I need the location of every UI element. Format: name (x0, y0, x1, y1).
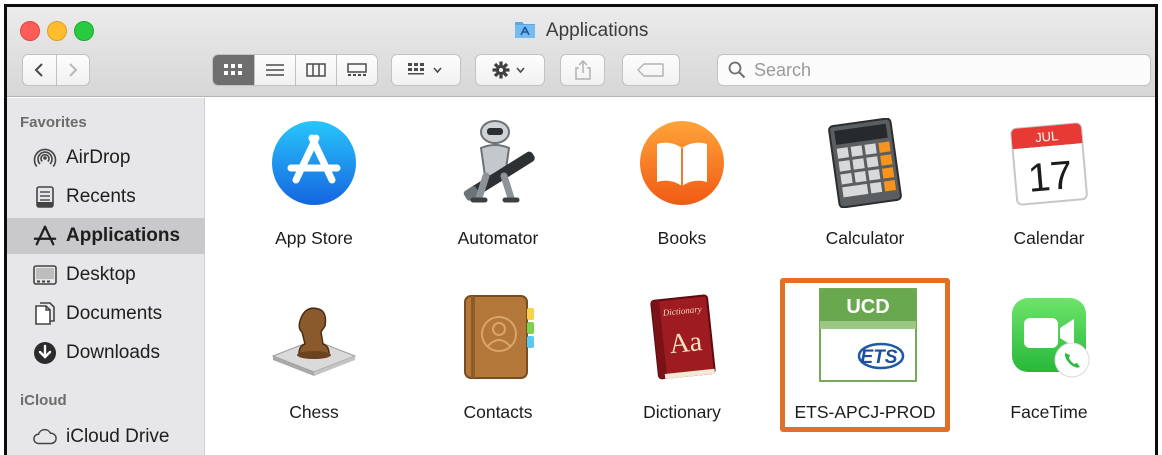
column-view-button[interactable] (294, 55, 336, 85)
app-label: Contacts (463, 402, 533, 422)
app-item-calculator[interactable]: Calculator (777, 108, 953, 268)
sidebar-item-label: iCloud Drive (66, 426, 170, 447)
facetime-icon (1004, 292, 1094, 382)
sidebar-item-airdrop[interactable]: AirDrop (7, 140, 205, 176)
back-button[interactable] (23, 55, 56, 85)
gallery-view-icon (347, 63, 367, 76)
app-item-dictionary[interactable]: Dictionary Aa Dictionary (594, 282, 770, 442)
sidebar-item-icloud-drive[interactable]: iCloud Drive (7, 419, 205, 455)
app-item-app-store[interactable]: App Store (226, 108, 402, 268)
sidebar-item-recents[interactable]: Recents (7, 179, 205, 215)
airdrop-icon (33, 146, 57, 170)
group-by-button[interactable] (391, 54, 461, 86)
tag-button[interactable] (622, 54, 680, 86)
app-label: App Store (275, 228, 353, 248)
chevron-left-icon (35, 63, 44, 77)
app-label: Books (657, 228, 707, 248)
sidebar-item-documents[interactable]: Documents (7, 296, 205, 332)
icon-view-button[interactable] (213, 55, 254, 85)
sidebar-item-desktop[interactable]: Desktop (7, 257, 205, 293)
sidebar-item-applications[interactable]: Applications (7, 218, 205, 254)
app-label: Calculator (825, 228, 905, 248)
calendar-month: JUL (1035, 128, 1059, 145)
sidebar-item-label: Recents (66, 186, 136, 207)
recents-icon (33, 185, 57, 209)
app-store-icon (269, 118, 359, 208)
calculator-icon (820, 117, 910, 209)
tag-icon (637, 63, 664, 77)
calendar-day: 17 (1026, 153, 1074, 201)
chess-icon (269, 292, 359, 382)
list-view-icon (265, 64, 284, 76)
app-label: FaceTime (1010, 402, 1088, 422)
forward-button[interactable] (55, 55, 89, 85)
share-icon (574, 60, 591, 80)
view-mode-segmented-control (212, 54, 378, 86)
calendar-icon: JUL 17 (1004, 118, 1094, 208)
sidebar-item-label: AirDrop (66, 147, 131, 168)
action-menu-button[interactable] (475, 54, 545, 86)
app-item-books[interactable]: Books (594, 108, 770, 268)
icon-view-icon (224, 64, 243, 75)
contacts-icon (453, 292, 543, 382)
app-item-automator[interactable]: Automator (410, 108, 586, 268)
applications-folder-icon (514, 19, 536, 45)
list-view-button[interactable] (253, 55, 295, 85)
app-label: Dictionary (643, 402, 721, 422)
app-item-facetime[interactable]: FaceTime (961, 282, 1137, 442)
sidebar-item-label: Downloads (66, 342, 160, 363)
favorites-heading: Favorites (20, 114, 87, 131)
sidebar-item-downloads[interactable]: Downloads (7, 335, 205, 371)
column-view-icon (306, 63, 326, 77)
app-item-chess[interactable]: Chess (226, 282, 402, 442)
gallery-view-button[interactable] (335, 55, 377, 85)
window-title-group: Applications (7, 19, 1155, 45)
applications-icon (33, 224, 57, 248)
gear-icon (492, 61, 525, 79)
app-item-calendar[interactable]: JUL 17 Calendar (961, 108, 1137, 268)
automator-icon (453, 118, 543, 208)
search-icon (728, 61, 746, 79)
documents-icon (33, 302, 57, 326)
window-title: Applications (545, 20, 649, 41)
dictionary-icon: Dictionary Aa (637, 292, 727, 382)
finder-window: Applications Search Favorites AirDrop Re… (4, 4, 1158, 455)
title-bar: Applications (7, 7, 1155, 97)
applications-grid: App Store Automator Books Calculator JUL… (206, 98, 1155, 455)
search-input[interactable] (754, 59, 1134, 81)
app-label: Chess (289, 402, 339, 422)
search-field[interactable] (717, 54, 1151, 86)
dictionary-glyph: Aa (668, 326, 704, 360)
chevron-right-icon (69, 63, 78, 77)
icloud-heading: iCloud (20, 392, 67, 409)
downloads-icon (33, 341, 57, 365)
icloud-drive-icon (33, 425, 57, 449)
highlight-annotation (780, 278, 950, 432)
navigation-buttons (22, 54, 90, 86)
group-icon (408, 63, 442, 75)
app-label: Calendar (1013, 228, 1085, 248)
app-label: Automator (457, 228, 539, 248)
app-item-contacts[interactable]: Contacts (410, 282, 586, 442)
sidebar-item-label: Documents (66, 303, 163, 324)
sidebar-item-label: Desktop (66, 264, 136, 285)
books-icon (637, 118, 727, 208)
sidebar: Favorites AirDrop Recents Applications D… (7, 98, 205, 455)
desktop-icon (33, 263, 57, 287)
share-button[interactable] (560, 54, 605, 86)
sidebar-item-label: Applications (66, 225, 181, 246)
